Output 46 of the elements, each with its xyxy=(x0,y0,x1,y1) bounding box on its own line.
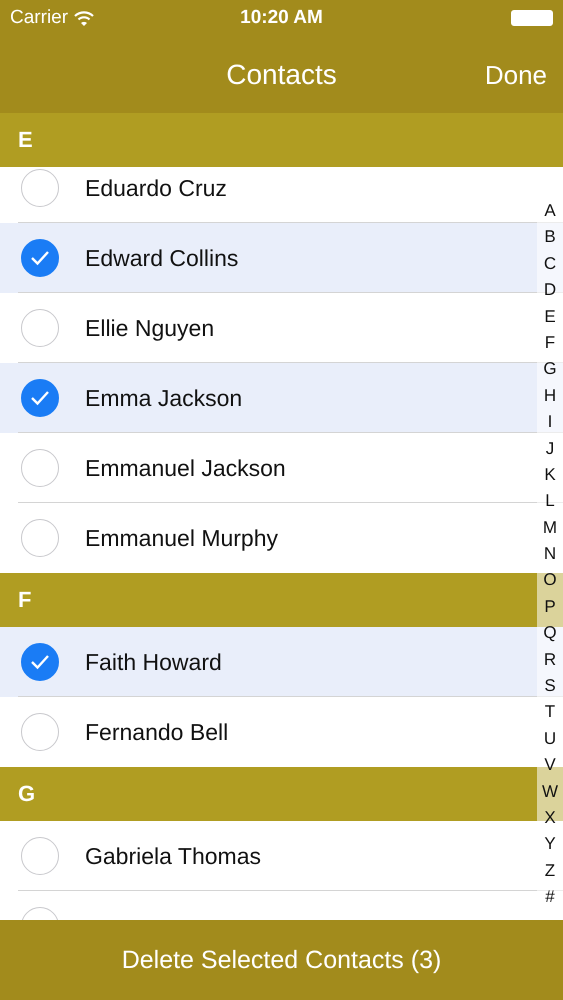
index-letter[interactable]: A xyxy=(537,198,563,224)
index-letter[interactable]: J xyxy=(537,436,563,462)
checkbox[interactable] xyxy=(21,239,59,277)
contact-name: Eduardo Cruz xyxy=(85,174,227,202)
contact-name: Emmanuel Jackson xyxy=(85,454,286,482)
index-letter[interactable]: H xyxy=(537,382,563,410)
checkbox[interactable] xyxy=(21,713,59,751)
index-letter[interactable]: Z xyxy=(537,858,563,884)
index-letter[interactable]: R xyxy=(537,646,563,674)
checkbox[interactable] xyxy=(21,837,59,875)
battery-icon xyxy=(511,10,553,26)
nav-title: Contacts xyxy=(226,58,337,90)
checkbox[interactable] xyxy=(21,169,59,207)
index-letter[interactable]: S xyxy=(537,673,563,700)
wifi-icon xyxy=(74,10,94,26)
contact-name: Emmanuel Murphy xyxy=(85,524,278,552)
index-letter[interactable]: F xyxy=(537,330,563,356)
index-letter[interactable]: T xyxy=(537,699,563,726)
index-letter[interactable]: M xyxy=(537,514,563,542)
index-letter[interactable]: C xyxy=(537,250,563,278)
checkbox[interactable] xyxy=(21,379,59,417)
index-letter[interactable]: N xyxy=(537,541,563,568)
status-time: 10:20 AM xyxy=(240,7,323,29)
contact-name: Emma Jackson xyxy=(85,384,242,412)
checkbox[interactable] xyxy=(21,519,59,557)
contact-name: Edward Collins xyxy=(85,244,238,272)
checkmark-icon xyxy=(30,390,50,406)
index-letter[interactable]: U xyxy=(537,726,563,752)
checkbox[interactable] xyxy=(21,309,59,347)
contact-name: Fernando Bell xyxy=(85,718,228,746)
contact-name: Ellie Nguyen xyxy=(85,314,214,342)
checkbox[interactable] xyxy=(21,643,59,681)
checkmark-icon xyxy=(30,250,50,266)
index-letter[interactable]: W xyxy=(537,778,563,805)
index-letter[interactable]: P xyxy=(537,594,563,620)
carrier-label: Carrier xyxy=(10,7,68,29)
index-letter[interactable]: E xyxy=(537,304,563,330)
contact-name: Gabriela Thomas xyxy=(85,842,261,870)
index-letter[interactable]: Y xyxy=(537,831,563,858)
index-letter[interactable]: B xyxy=(537,224,563,251)
contact-name: Faith Howard xyxy=(85,648,222,676)
checkmark-icon xyxy=(30,654,50,670)
checkbox[interactable] xyxy=(21,449,59,487)
index-letter[interactable]: K xyxy=(537,462,563,488)
index-letter[interactable]: I xyxy=(537,409,563,436)
section-header: E xyxy=(0,113,563,167)
